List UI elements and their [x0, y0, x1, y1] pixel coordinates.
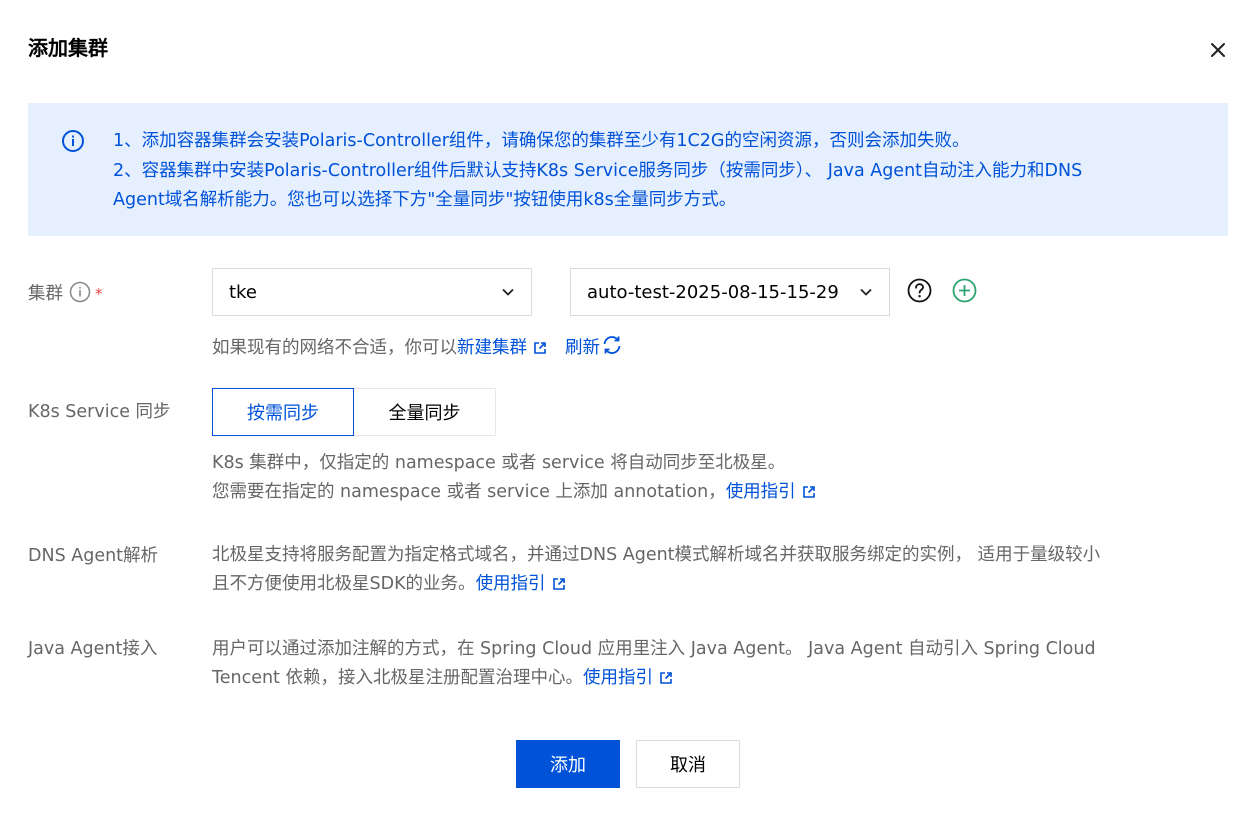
help-button[interactable] [906, 277, 932, 303]
dialog-title: 添加集群 [28, 36, 108, 60]
refresh-icon[interactable] [600, 333, 624, 367]
dns-agent-label: DNS Agent解析 [28, 546, 159, 566]
k8s-guide-link[interactable]: 使用指引 [726, 482, 796, 502]
cluster-helper-text: 如果现有的网络不合适，你可以 [212, 338, 457, 358]
external-link-icon[interactable] [659, 666, 673, 695]
chevron-down-icon [501, 285, 515, 299]
external-link-icon[interactable] [533, 336, 547, 365]
close-icon[interactable] [1209, 41, 1227, 59]
add-cluster-button[interactable] [951, 277, 977, 303]
java-agent-desc-2-text: Tencent 依赖，接入北极星注册配置治理中心。 [212, 668, 583, 688]
k8s-service-desc-2-text: 您需要在指定的 namespace 或者 service 上添加 annotat… [212, 482, 726, 502]
info-notice: 1、添加容器集群会安装Polaris-Controller组件，请确保您的集群至… [28, 103, 1228, 236]
question-circle-icon[interactable] [907, 278, 932, 303]
cluster-label: 集群 * [28, 281, 103, 310]
confirm-add-button[interactable]: 添加 [516, 740, 620, 788]
info-circle-icon [62, 130, 84, 152]
notice-line-3: Agent域名解析能力。您也可以选择下方"全量同步"按钮使用k8s全量同步方式。 [113, 190, 737, 210]
java-agent-label: Java Agent接入 [28, 639, 158, 659]
dns-agent-desc-1: 北极星支持将服务配置为指定格式域名，并通过DNS Agent模式解析域名并获取服… [212, 545, 1101, 565]
chevron-down-icon [859, 285, 873, 299]
refresh-link[interactable]: 刷新 [565, 338, 600, 358]
java-guide-link[interactable]: 使用指引 [583, 668, 653, 688]
cluster-value: auto-test-2025-08-15-15-29 [587, 281, 839, 303]
notice-line-2: 2、容器集群中安装Polaris-Controller组件后默认支持K8s Se… [113, 160, 1083, 181]
sync-option-full[interactable]: 全量同步 [353, 388, 496, 436]
dns-guide-link[interactable]: 使用指引 [476, 574, 546, 594]
k8s-service-desc-1: K8s 集群中，仅指定的 namespace 或者 service 将自动同步至… [212, 453, 786, 473]
create-cluster-link[interactable]: 新建集群 [457, 338, 527, 358]
k8s-service-label: K8s Service 同步 [28, 402, 171, 422]
java-agent-desc-2: Tencent 依赖，接入北极星注册配置治理中心。使用指引 [212, 664, 677, 695]
required-mark: * [95, 285, 103, 303]
notice-text: 1、添加容器集群会安装Polaris-Controller组件，请确保您的集群至… [113, 127, 1193, 216]
notice-line-1: 1、添加容器集群会安装Polaris-Controller组件，请确保您的集群至… [113, 131, 970, 151]
external-link-icon[interactable] [802, 480, 816, 509]
cancel-button[interactable]: 取消 [636, 740, 740, 788]
external-link-icon[interactable] [552, 572, 566, 601]
sync-option-on-demand[interactable]: 按需同步 [212, 388, 354, 436]
add-circle-icon[interactable] [952, 278, 977, 303]
cluster-helper: 如果现有的网络不合适，你可以新建集群 刷新 [212, 333, 624, 367]
cluster-label-text: 集群 [28, 284, 63, 304]
cluster-type-value: tke [229, 281, 257, 303]
k8s-service-desc-2: 您需要在指定的 namespace 或者 service 上添加 annotat… [212, 478, 820, 509]
dns-agent-desc-2-text: 且不方便使用北极星SDK的业务。 [212, 574, 476, 594]
close-button[interactable] [1206, 38, 1230, 62]
java-agent-desc-1: 用户可以通过添加注解的方式，在 Spring Cloud 应用里注入 Java … [212, 639, 1096, 659]
cluster-info-icon[interactable] [69, 281, 91, 310]
dns-agent-desc-2: 且不方便使用北极星SDK的业务。使用指引 [212, 570, 570, 601]
cluster-type-select[interactable]: tke [212, 268, 532, 316]
cluster-select[interactable]: auto-test-2025-08-15-15-29 [570, 268, 890, 316]
